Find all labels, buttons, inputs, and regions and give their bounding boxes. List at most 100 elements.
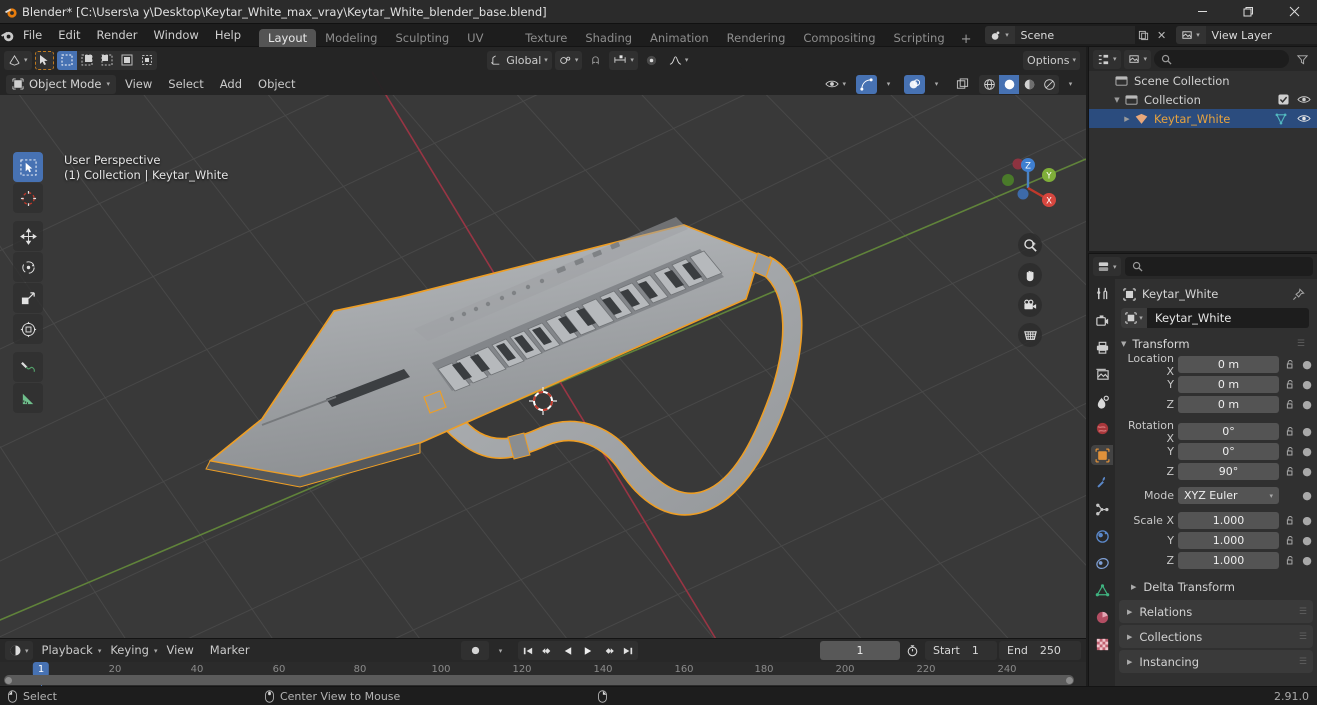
- tab-output[interactable]: [1091, 337, 1113, 357]
- select-set-icon[interactable]: [56, 50, 77, 70]
- tool-transform[interactable]: [13, 314, 43, 344]
- jump-to-end-icon[interactable]: [618, 641, 638, 660]
- camera-view-icon[interactable]: [1018, 293, 1042, 317]
- wireframe-shading-icon[interactable]: [979, 75, 999, 94]
- tab-material[interactable]: [1091, 607, 1113, 627]
- select-subtract-icon[interactable]: [97, 51, 117, 70]
- animate-dot-icon[interactable]: ●: [1301, 378, 1313, 391]
- row-value[interactable]: 0°: [1178, 443, 1279, 460]
- editor-type-properties-icon[interactable]: ▾: [1093, 257, 1121, 276]
- editor-type-3dview-icon[interactable]: ▾: [4, 50, 32, 70]
- tool-cursor[interactable]: [13, 183, 43, 213]
- tab-object[interactable]: [1091, 445, 1113, 465]
- collections-panel[interactable]: ▶ Collections ☰: [1119, 625, 1313, 648]
- visibility-eye-icon[interactable]: [1297, 113, 1311, 124]
- tab-particles[interactable]: [1091, 499, 1113, 519]
- select-mode-group[interactable]: [56, 50, 157, 70]
- rendered-shading-icon[interactable]: [1039, 75, 1059, 94]
- gizmo-settings-dropdown[interactable]: ▾: [879, 75, 898, 94]
- menu-file[interactable]: File: [15, 26, 50, 45]
- expand-arrow-object[interactable]: ▶: [1121, 115, 1133, 123]
- outliner-editor[interactable]: ▾ ▾ Scene Collection ▼ Collection ▶ Keyt…: [1088, 47, 1317, 251]
- animate-dot-icon[interactable]: ●: [1301, 425, 1313, 438]
- row-value[interactable]: 1.000: [1178, 512, 1279, 529]
- animate-dot-icon[interactable]: ●: [1301, 465, 1313, 478]
- pin-icon[interactable]: [1292, 287, 1305, 301]
- proportional-editing-icon[interactable]: [641, 51, 662, 70]
- current-frame-field[interactable]: 1: [820, 641, 900, 660]
- lock-icon[interactable]: [1283, 515, 1297, 526]
- timeline-ruler[interactable]: 20 40 60 80 100 120 140 160 180 200 220 …: [0, 662, 1086, 687]
- property-row-rotation-x[interactable]: Rotation X 0° ●: [1119, 419, 1313, 445]
- tab-scene[interactable]: [1091, 391, 1113, 411]
- editor-type-timeline-icon[interactable]: ▾: [5, 641, 33, 660]
- workspace-tab-uv-editing[interactable]: UV Editing: [458, 29, 516, 63]
- property-row-scale-z[interactable]: Z 1.000 ●: [1119, 551, 1313, 570]
- property-row-rotation-y[interactable]: Y 0° ●: [1119, 442, 1313, 461]
- menu-render[interactable]: Render: [89, 26, 146, 45]
- timeline-menu-playback[interactable]: Playback: [35, 641, 100, 660]
- tab-physics[interactable]: [1091, 526, 1113, 546]
- properties-search-input[interactable]: [1124, 257, 1313, 276]
- interaction-mode-dropdown[interactable]: Object Mode ▾: [6, 74, 116, 94]
- editor-type-outliner-icon[interactable]: ▾: [1093, 49, 1121, 69]
- tab-render[interactable]: [1091, 310, 1113, 330]
- row-value[interactable]: 90°: [1178, 463, 1279, 480]
- visibility-eye-icon[interactable]: ▾: [821, 75, 850, 94]
- material-preview-shading-icon[interactable]: [1019, 75, 1039, 94]
- relations-panel[interactable]: ▶ Relations ☰: [1119, 600, 1313, 623]
- navigation-gizmo[interactable]: Z Y X: [992, 152, 1064, 224]
- snap-magnet-icon[interactable]: [585, 51, 606, 70]
- viewport-menu-select[interactable]: Select: [161, 75, 210, 94]
- tab-object-data[interactable]: [1091, 580, 1113, 600]
- tab-world[interactable]: [1091, 418, 1113, 438]
- menu-window[interactable]: Window: [145, 26, 206, 45]
- playback-transport-group[interactable]: [518, 641, 638, 660]
- view-layer-icon[interactable]: ▾: [1175, 26, 1206, 44]
- timeline-menu-marker[interactable]: Marker: [203, 641, 257, 660]
- animate-dot-icon[interactable]: ●: [1301, 514, 1313, 527]
- animate-dot-icon[interactable]: ●: [1301, 358, 1313, 371]
- lock-icon[interactable]: [1283, 379, 1297, 390]
- outliner-search-input[interactable]: [1154, 50, 1289, 68]
- tool-annotate[interactable]: [13, 352, 43, 382]
- show-overlays-icon[interactable]: [904, 74, 925, 94]
- row-value[interactable]: 1.000: [1178, 552, 1279, 569]
- row-value[interactable]: 0°: [1178, 423, 1279, 440]
- view-layer-name-field[interactable]: View Layer: [1205, 26, 1317, 44]
- menu-help[interactable]: Help: [207, 26, 249, 45]
- xray-toggle-icon[interactable]: [952, 75, 973, 94]
- property-row-scale-y[interactable]: Y 1.000 ●: [1119, 531, 1313, 550]
- workspace-tab-layout[interactable]: Layout: [259, 28, 317, 47]
- collection-checkbox[interactable]: [1278, 94, 1289, 105]
- close-button[interactable]: [1271, 0, 1317, 24]
- workspace-tab-modeling[interactable]: Modeling: [316, 29, 386, 47]
- row-value[interactable]: 1.000: [1178, 532, 1279, 549]
- viewport-menu-view[interactable]: View: [118, 75, 159, 94]
- workspace-tab-rendering[interactable]: Rendering: [718, 29, 795, 47]
- frame-start-field[interactable]: Start 1: [925, 641, 997, 660]
- tab-texture[interactable]: [1091, 634, 1113, 654]
- pan-hand-icon[interactable]: [1018, 263, 1042, 287]
- outliner-filter-icon[interactable]: [1292, 50, 1313, 69]
- play-icon[interactable]: [578, 641, 598, 660]
- outliner-display-mode-dropdown[interactable]: ▾: [1123, 49, 1152, 69]
- play-reverse-icon[interactable]: [558, 641, 578, 660]
- row-value[interactable]: 0 m: [1178, 356, 1279, 373]
- timeline-horizontal-scrollbar[interactable]: [4, 675, 1074, 685]
- animate-dot-icon[interactable]: ●: [1301, 489, 1313, 502]
- jump-to-keyframe-prev-icon[interactable]: [538, 641, 558, 660]
- timeline-editor[interactable]: ▾ Playback ▾ Keying ▾ View Marker ▾ 1 St…: [0, 638, 1086, 687]
- select-extend-icon[interactable]: [77, 51, 97, 70]
- jump-to-start-icon[interactable]: [518, 641, 538, 660]
- unlink-scene-button[interactable]: ✕: [1153, 26, 1171, 44]
- workspace-tab-animation[interactable]: Animation: [641, 29, 718, 47]
- timeline-menu-keying[interactable]: Keying: [103, 641, 156, 660]
- tab-constraints[interactable]: [1091, 553, 1113, 573]
- shading-mode-group[interactable]: [979, 74, 1059, 94]
- animate-dot-icon[interactable]: ●: [1301, 554, 1313, 567]
- tool-select-box[interactable]: [13, 152, 43, 182]
- select-invert-icon[interactable]: [117, 51, 137, 70]
- transform-orientation-dropdown[interactable]: Global ▾: [487, 50, 552, 70]
- tool-scale[interactable]: [13, 283, 43, 313]
